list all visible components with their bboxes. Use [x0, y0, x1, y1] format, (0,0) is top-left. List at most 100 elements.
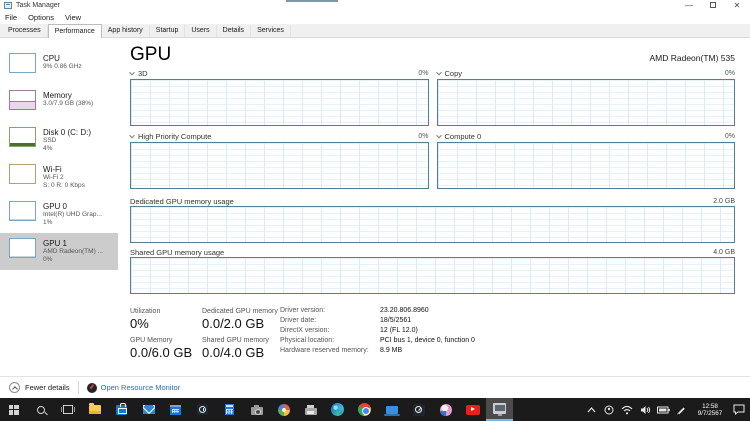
system-tray: 12:58 9/7/2567 [584, 398, 750, 421]
search-icon [36, 405, 45, 414]
edge-button[interactable] [324, 398, 351, 421]
sidebar-item-memory[interactable]: Memory 3.0/7.9 GB (38%) [0, 85, 118, 122]
shared-memory-label: Shared GPU memory [202, 337, 269, 344]
sidebar-item-gpu0[interactable]: GPU 0 Intel(R) UHD Grap... 1% [0, 196, 118, 233]
menu-file[interactable]: File [5, 13, 17, 22]
sidebar-item-disk0[interactable]: Disk 0 (C: D:) SSD 4% [0, 122, 118, 159]
open-resource-monitor-link[interactable]: Open Resource Monitor [101, 383, 181, 392]
chart-3d-label: 3D [138, 69, 148, 78]
wifi-tray-button[interactable] [620, 398, 634, 421]
alarms-button[interactable] [189, 398, 216, 421]
maximize-button[interactable] [710, 2, 716, 8]
physical-location-label: Physical location: [280, 337, 335, 344]
chart-3d-graph [130, 79, 429, 126]
window-title: Task Manager [16, 2, 60, 9]
volume-tray-button[interactable] [638, 398, 652, 421]
titlebar: Task Manager — ✕ [0, 0, 750, 11]
sidebar-item-gpu1[interactable]: GPU 1 AMD Radeon(TM) ... 0% [0, 233, 118, 270]
sidebar-item-cpu[interactable]: CPU 9% 0.86 GHz [0, 48, 118, 85]
dedicated-memory-label: Dedicated GPU memory [202, 308, 278, 315]
calculator-icon [225, 404, 234, 415]
footer-divider [77, 381, 79, 394]
gpu-detail-panel: GPU AMD Radeon(TM) 535 3D 0% Copy 0% Hig… [118, 39, 750, 376]
battery-tray-button[interactable] [656, 398, 670, 421]
chart-hpc-value: 0% [418, 133, 429, 140]
tab-details[interactable]: Details [217, 25, 252, 37]
gpu0-usage: 1% [43, 219, 53, 226]
menu-options[interactable]: Options [28, 13, 54, 22]
gpu1-title: GPU 1 [43, 239, 68, 248]
paint-palette-icon [277, 403, 290, 416]
paint-button[interactable] [270, 398, 297, 421]
memory-mini-graph [9, 90, 36, 110]
start-button[interactable] [0, 398, 27, 421]
cpu-mini-graph [9, 53, 36, 73]
chevron-down-icon[interactable] [129, 69, 135, 75]
printer-icon [304, 404, 317, 415]
clock-date: 9/7/2567 [697, 409, 723, 417]
utilization-label: Utilization [130, 308, 161, 315]
pen-tray-button[interactable] [674, 398, 688, 421]
task-manager-app-icon [4, 2, 12, 9]
wifi-title: Wi-Fi [43, 165, 62, 174]
calendar-button[interactable] [162, 398, 189, 421]
disk-title: Disk 0 (C: D:) [43, 128, 91, 137]
menu-view[interactable]: View [65, 13, 81, 22]
tray-status-button[interactable] [602, 398, 616, 421]
show-hidden-icons-button[interactable] [584, 398, 598, 421]
mail-button[interactable] [135, 398, 162, 421]
laptop-icon [383, 406, 400, 416]
gpu-memory-value: 0.0/6.0 GB [130, 345, 193, 360]
fewer-details-button[interactable]: Fewer details [25, 383, 70, 392]
gpu0-name: Intel(R) UHD Grap... [43, 211, 102, 218]
task-view-button[interactable] [54, 398, 81, 421]
tab-services[interactable]: Services [251, 25, 291, 37]
page-title: GPU [130, 44, 172, 65]
dedicated-memory-chart-label: Dedicated GPU memory usage [130, 196, 234, 206]
gauge-app-button[interactable] [405, 398, 432, 421]
volume-icon [640, 405, 650, 414]
gpu-stats-block: Utilization 0% GPU Memory 0.0/6.0 GB Ded… [130, 307, 735, 365]
tab-processes[interactable]: Processes [2, 25, 48, 37]
disk-mini-graph [9, 127, 36, 147]
sidebar-item-wifi[interactable]: Wi-Fi Wi-Fi 2 S: 0 R: 0 Kbps [0, 159, 118, 196]
chevron-down-icon[interactable] [129, 132, 135, 138]
camera-button[interactable] [243, 398, 270, 421]
tab-startup[interactable]: Startup [150, 25, 186, 37]
action-center-icon [733, 404, 745, 415]
search-button[interactable] [27, 398, 54, 421]
edge-icon [331, 403, 344, 416]
dedicated-memory-chart-max: 2.0 GB [713, 197, 735, 205]
chart-compute0-graph [436, 142, 735, 189]
pen-icon [677, 407, 685, 414]
shared-memory-value: 0.0/4.0 GB [202, 345, 265, 360]
collapse-chevron-icon[interactable] [9, 382, 20, 393]
windows-taskbar: 12:58 9/7/2567 [0, 398, 750, 421]
tab-performance[interactable]: Performance [47, 24, 102, 38]
youtube-button[interactable] [459, 398, 486, 421]
calculator-button[interactable] [216, 398, 243, 421]
action-center-button[interactable] [732, 398, 746, 421]
file-explorer-button[interactable] [81, 398, 108, 421]
gpu1-usage: 0% [43, 256, 53, 263]
close-button[interactable]: ✕ [732, 1, 742, 10]
taskbar-clock[interactable]: 12:58 9/7/2567 [692, 403, 728, 417]
tab-users[interactable]: Users [185, 25, 217, 37]
status-circle-icon [604, 405, 614, 414]
chart-hpc-label: High Priority Compute [138, 132, 212, 141]
background-window-edge [286, 0, 338, 2]
menu-bar: File Options View [0, 11, 750, 24]
store-button[interactable] [108, 398, 135, 421]
folder-icon [88, 403, 101, 414]
chrome-button[interactable] [351, 398, 378, 421]
minimize-button[interactable]: — [684, 1, 694, 10]
chevron-down-icon[interactable] [435, 132, 442, 138]
tab-app-history[interactable]: App history [102, 25, 150, 37]
chevron-up-icon [587, 406, 595, 412]
task-manager-taskbar-button[interactable] [486, 398, 513, 421]
chevron-down-icon[interactable] [435, 69, 442, 75]
cpu-title: CPU [43, 54, 60, 63]
laptop-app-button[interactable] [378, 398, 405, 421]
fax-button[interactable] [297, 398, 324, 421]
paint-3d-button[interactable] [432, 398, 459, 421]
